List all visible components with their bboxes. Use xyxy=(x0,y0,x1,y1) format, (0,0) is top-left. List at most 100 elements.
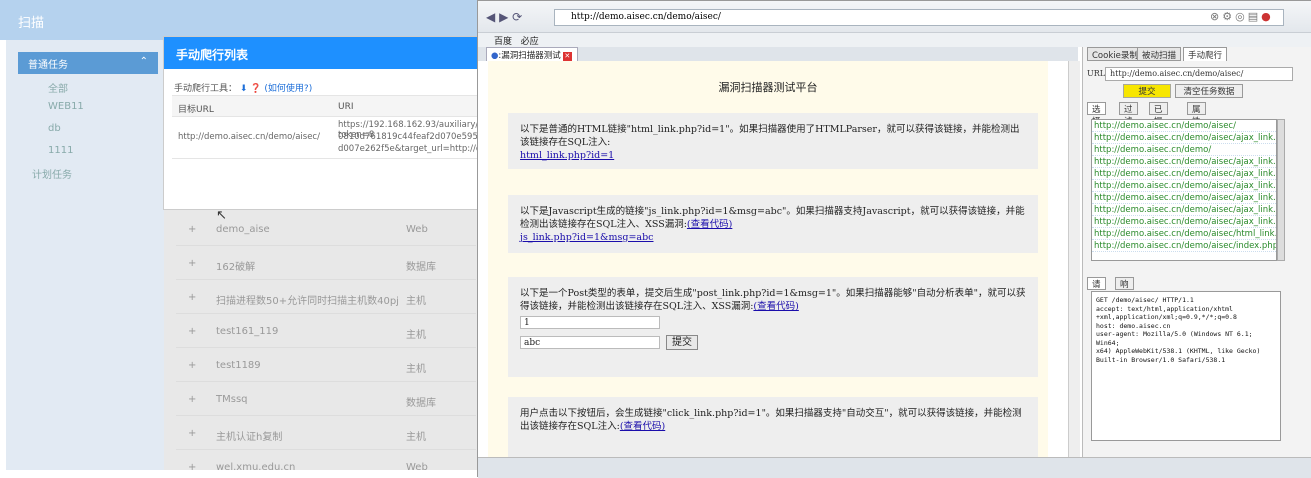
tab-vuln-test[interactable]: ●:漏洞扫描器测试 ✕ xyxy=(486,47,578,61)
download-icon[interactable]: ⬇ xyxy=(240,84,248,94)
tab-manual-crawl[interactable]: 手动爬行 xyxy=(1183,47,1228,61)
sidebar-item-web11[interactable]: WEB11 xyxy=(48,101,84,112)
refresh-icon[interactable]: ⟳ xyxy=(512,10,522,24)
tab-cookie-record[interactable]: Cookie录制 xyxy=(1087,47,1143,61)
address-bar[interactable]: http://demo.aisec.cn/demo/aisec/ xyxy=(554,9,1284,26)
sidebar-item-plan-task[interactable]: 计划任务 xyxy=(32,166,72,181)
click-view-code-link[interactable]: (查看代码) xyxy=(620,421,665,432)
post-view-code-link[interactable]: (查看代码) xyxy=(753,301,798,312)
js-link[interactable]: js_link.php?id=1&msg=abc xyxy=(520,232,654,243)
url-list-item[interactable]: http://demo.aisec.cn/demo/aisec/ajax_lin… xyxy=(1092,192,1276,204)
settings-icon[interactable]: ⚙ xyxy=(1222,10,1235,23)
task-type: 主机 xyxy=(406,296,426,307)
task-name: demo_aise xyxy=(216,224,270,235)
task-type: Web xyxy=(406,224,428,235)
url-list-item[interactable]: http://demo.aisec.cn/demo/aisec/ajax_lin… xyxy=(1092,204,1276,216)
table-row[interactable]: + TMssq 数据库 xyxy=(176,382,476,416)
task-name: 主机认证h复制 xyxy=(216,432,283,443)
url-list-item[interactable]: http://demo.aisec.cn/demo/aisec/ajax_lin… xyxy=(1092,132,1276,144)
url-list-item[interactable]: http://demo.aisec.cn/demo/aisec/index.ph… xyxy=(1092,240,1276,252)
howto-link[interactable]: (如何使用?) xyxy=(264,84,312,94)
url-list-item[interactable]: http://demo.aisec.cn/demo/ xyxy=(1092,144,1276,156)
app-logo: 扫描 xyxy=(18,16,45,31)
tab-select[interactable]: 选择 xyxy=(1087,102,1106,127)
expand-icon[interactable]: + xyxy=(188,224,196,235)
crawl-url-input[interactable]: http://demo.aisec.cn/demo/aisec/ xyxy=(1105,67,1293,81)
stop-icon[interactable]: ⊗ xyxy=(1210,10,1222,23)
url-list-item[interactable]: http://demo.aisec.cn/demo/aisec/ xyxy=(1092,120,1276,132)
id-input[interactable]: 1 xyxy=(520,316,660,329)
browser-window: ◀ ▶ ⟳ http://demo.aisec.cn/demo/aisec/ ⊗… xyxy=(477,0,1311,478)
html-link[interactable]: html_link.php?id=1 xyxy=(520,150,614,161)
sidebar-item-db[interactable]: db xyxy=(48,123,61,134)
row-target-url: http://demo.aisec.cn/demo/aisec/ xyxy=(178,132,320,142)
tab-filter[interactable]: 过滤 xyxy=(1119,102,1138,127)
table-row[interactable]: + wel.xmu.edu.cn Web xyxy=(176,450,476,477)
col-target-url: 目标URL xyxy=(178,105,214,115)
bookmark-baidu[interactable]: 百度 xyxy=(494,37,512,47)
table-row[interactable]: +162破解 数据库 xyxy=(176,246,476,280)
forward-icon[interactable]: ▶ xyxy=(499,10,508,24)
url-list-item[interactable]: http://demo.aisec.cn/demo/aisec/ajax_lin… xyxy=(1092,156,1276,168)
url-list-item[interactable]: http://demo.aisec.cn/demo/aisec/html_lin… xyxy=(1092,228,1276,240)
tab-passive-scan[interactable]: 被动扫描 xyxy=(1137,47,1182,61)
extension-icon[interactable]: ● xyxy=(1261,10,1274,23)
tab-response[interactable]: 响应 xyxy=(1115,277,1134,302)
url-list-item[interactable]: http://demo.aisec.cn/demo/aisec/ajax_lin… xyxy=(1092,168,1276,180)
url-list-item[interactable]: http://demo.aisec.cn/demo/aisec/ajax_lin… xyxy=(1092,216,1276,228)
sidebar-item-all[interactable]: 全部 xyxy=(48,80,68,95)
request-view: GET /demo/aisec/ HTTP/1.1 accept: text/h… xyxy=(1091,291,1281,441)
mouse-cursor-icon: ↖ xyxy=(216,208,227,223)
url-list-item[interactable]: http://demo.aisec.cn/demo/aisec/ajax_lin… xyxy=(1092,180,1276,192)
task-name: test1189 xyxy=(216,360,261,371)
expand-icon[interactable]: + xyxy=(188,326,196,337)
tab-properties[interactable]: 属性 xyxy=(1187,102,1206,127)
browser-navbar: ◀ ▶ ⟳ http://demo.aisec.cn/demo/aisec/ ⊗… xyxy=(478,1,1311,33)
col-uri: URI xyxy=(338,102,354,112)
page-title: 漏洞扫描器测试平台 xyxy=(718,81,818,94)
expand-icon[interactable]: + xyxy=(188,428,196,439)
js-view-code-link[interactable]: (查看代码) xyxy=(687,219,732,230)
url-list-scrollbar[interactable] xyxy=(1277,119,1285,261)
table-row[interactable]: + 扫描进程数50+允许同时扫描主机数40pj 主机 xyxy=(176,280,476,314)
url-list: http://demo.aisec.cn/demo/aisec/http://d… xyxy=(1091,119,1277,261)
modal-title: 手动爬行列表 xyxy=(164,37,480,69)
crawl-list-modal: 手动爬行列表 手动爬行工具： ⬇ ❓ (如何使用?) 目标URL URI htt… xyxy=(163,36,480,210)
expand-icon[interactable]: + xyxy=(188,462,196,473)
background-app: 扫描 普通任务 ⌃ 全部 WEB11 db 1111 计划任务 + demo_ai… xyxy=(0,0,480,477)
bookmark-bing[interactable]: 必应 xyxy=(521,37,539,47)
html-link-desc: 以下是普通的HTML链接"html_link.php?id=1"。如果扫描器使用… xyxy=(520,124,1020,148)
crawl-submit-button[interactable]: 提交 xyxy=(1123,84,1171,98)
expand-icon[interactable]: + xyxy=(188,360,196,371)
row-uri-3: d007e262f5e&target_url=http://demo.aise xyxy=(338,144,480,154)
msg-input[interactable]: abc xyxy=(520,336,660,349)
web-page: 漏洞扫描器测试平台 以下是普通的HTML链接"html_link.php?id=… xyxy=(478,61,1070,457)
tab-request[interactable]: 请求 xyxy=(1087,277,1106,302)
expand-icon[interactable]: + xyxy=(188,258,196,269)
submit-button[interactable]: 提交 xyxy=(666,335,698,350)
task-name: 扫描进程数50+允许同时扫描主机数40pj xyxy=(216,296,399,307)
status-bar xyxy=(478,457,1311,478)
tab-title: :漏洞扫描器测试 xyxy=(498,51,561,61)
html-link-section: 以下是普通的HTML链接"html_link.php?id=1"。如果扫描器使用… xyxy=(508,113,1038,169)
back-icon[interactable]: ◀ xyxy=(486,10,495,24)
tab-submitted[interactable]: 已提交 xyxy=(1149,102,1168,139)
task-name: TMssq xyxy=(216,394,248,405)
page-scrollbar[interactable] xyxy=(1068,61,1080,457)
expand-icon[interactable]: + xyxy=(188,394,196,405)
sidebar-item-1111[interactable]: 1111 xyxy=(48,145,73,156)
task-type: 数据库 xyxy=(406,262,436,273)
page-icon[interactable]: ▤ xyxy=(1248,10,1261,23)
table-row[interactable]: + 主机认证h复制 主机 xyxy=(176,416,476,450)
sidebar-item-normal-task[interactable]: 普通任务 ⌃ xyxy=(18,52,158,74)
task-type: 主机 xyxy=(406,330,426,341)
tools-label: 手动爬行工具： xyxy=(174,84,238,94)
table-row[interactable]: + test1189 主机 xyxy=(176,348,476,382)
tools-icon[interactable]: ◎ xyxy=(1235,10,1248,23)
clear-task-button[interactable]: 清空任务数据 xyxy=(1175,84,1243,98)
table-row[interactable]: + test161_119 主机 xyxy=(176,314,476,348)
expand-icon[interactable]: + xyxy=(188,292,196,303)
close-icon[interactable]: ✕ xyxy=(562,52,572,61)
task-name: test161_119 xyxy=(216,326,279,337)
click-link-section: 用户点击以下按钮后，会生成链接"click_link.php?id=1"。如果扫… xyxy=(508,397,1038,457)
